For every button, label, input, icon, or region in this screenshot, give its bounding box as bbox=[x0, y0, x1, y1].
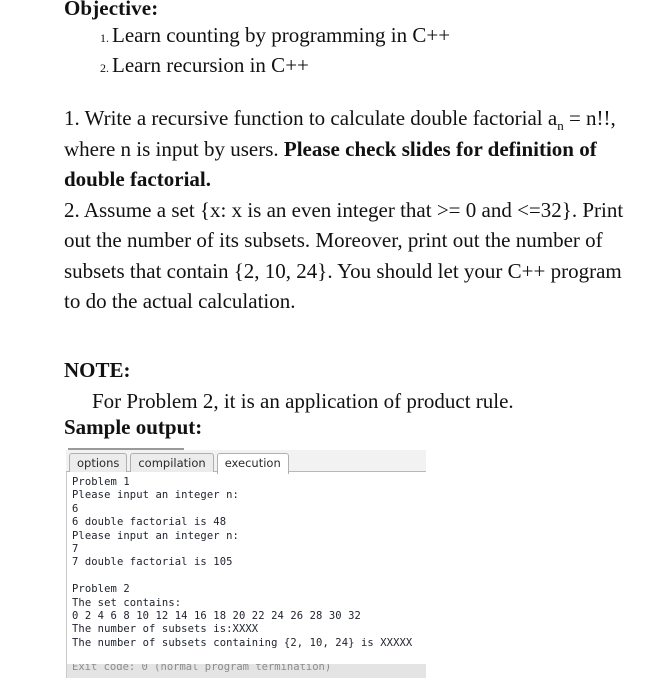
console-line: Problem 2 bbox=[72, 583, 130, 596]
objective-list: 1. Learn counting by programming in C++ 2… bbox=[100, 22, 640, 82]
note-body: For Problem 2, it is an application of p… bbox=[92, 389, 514, 413]
console-line: 7 bbox=[72, 543, 79, 556]
list-item-label: Learn counting by programming in C++ bbox=[112, 23, 451, 47]
list-item: 2. Learn recursion in C++ bbox=[100, 52, 640, 82]
console-line: Please input an integer n: bbox=[72, 489, 239, 502]
console-line: Please input an integer n: bbox=[72, 529, 239, 542]
console-tabstrip: options compilation execution bbox=[66, 450, 426, 474]
list-item: 1. Learn counting by programming in C++ bbox=[100, 22, 640, 52]
console-output[interactable]: Problem 1 Please input an integer n: 6 6… bbox=[66, 472, 426, 678]
console-line: Problem 1 bbox=[72, 476, 130, 488]
exit-code-strip: Exit code: 0 (normal program termination… bbox=[67, 664, 426, 678]
problem-statements: 1. Write a recursive function to calcula… bbox=[64, 103, 629, 317]
console-line: 6 double factorial is 48 bbox=[72, 516, 227, 529]
console-panel: options compilation execution Problem 1 Pl… bbox=[66, 450, 426, 678]
assignment-page: Objective: 1. Learn counting by programmi… bbox=[0, 0, 661, 700]
tab-compilation[interactable]: compilation bbox=[130, 453, 214, 474]
list-item-label: Learn recursion in C++ bbox=[112, 53, 309, 77]
console-line: 7 double factorial is 105 bbox=[72, 556, 233, 569]
problem-1-lead: 1. Write a recursive function to calcula… bbox=[64, 106, 558, 130]
list-item-number: 2. bbox=[100, 61, 109, 75]
console-line: The number of subsets containing {2, 10,… bbox=[72, 636, 413, 649]
note-heading: NOTE: bbox=[64, 358, 131, 382]
console-line: 6 bbox=[72, 502, 79, 515]
console-line: The set contains: bbox=[72, 596, 182, 609]
problem-2-paragraph: 2. Assume a set {x: x is an even integer… bbox=[64, 197, 624, 314]
tab-options[interactable]: options bbox=[69, 453, 128, 474]
tab-execution[interactable]: execution bbox=[216, 453, 289, 474]
console-line: The number of subsets is:XXXX bbox=[72, 623, 259, 636]
console-line: 0 2 4 6 8 10 12 14 16 18 20 22 24 26 28 … bbox=[72, 610, 361, 623]
sample-output-heading: Sample output: bbox=[64, 415, 203, 439]
list-item-number: 1. bbox=[100, 31, 109, 45]
exit-code-text: Exit code: 0 (normal program termination… bbox=[72, 664, 332, 673]
problem-1-paragraph: 1. Write a recursive function to calcula… bbox=[64, 103, 629, 195]
objective-heading: Objective: bbox=[64, 0, 159, 20]
